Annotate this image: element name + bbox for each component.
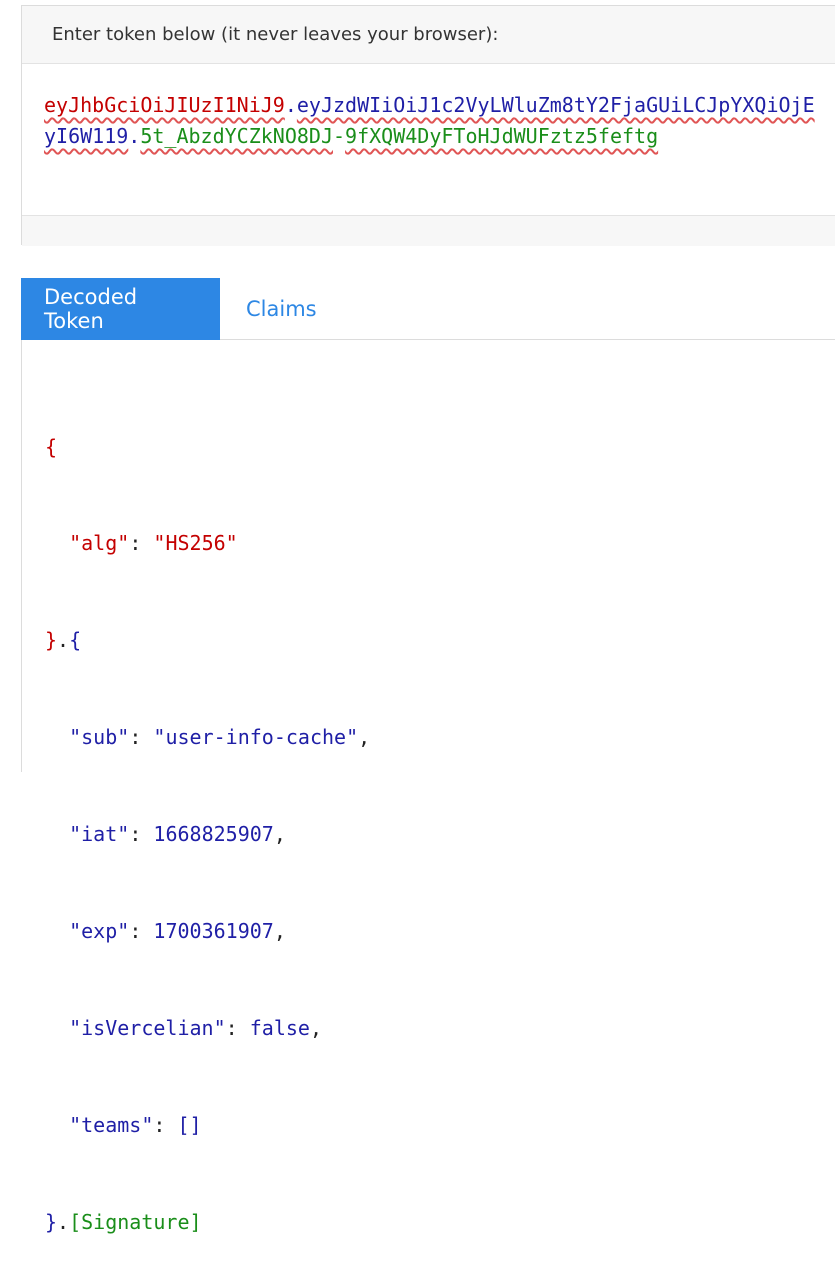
tab-claims[interactable]: Claims [220, 278, 343, 340]
token-input-field[interactable]: eyJhbGciOiJIUzI1NiJ9.eyJzdWIiOiJ1c2VyLWl… [22, 64, 835, 215]
payload-iat-line: "iat": 1668825907, [69, 822, 286, 847]
token-input-prompt: Enter token below (it never leaves your … [22, 6, 835, 64]
isvercelian-key: "isVercelian" [69, 1015, 226, 1040]
signature-label: [Signature] [69, 1209, 202, 1234]
token-dot-separator: . [284, 93, 297, 117]
exp-key: "exp" [69, 919, 130, 944]
token-line-1: eyJhbGciOiJIUzI1NiJ9.eyJzdWIiOiJ1c2VyLWl… [44, 90, 835, 121]
sub-key: "sub" [69, 725, 130, 750]
iat-key: "iat" [69, 822, 130, 847]
teams-key: "teams" [69, 1112, 154, 1137]
payload-exp-line: "exp": 1700361907, [69, 919, 286, 944]
header-close-payload-open: }.{ [45, 628, 82, 653]
token-line-2: yI6W119.5t_AbzdYCZkNO8DJ-9fXQW4DyFToHJdW… [44, 121, 835, 152]
payload-isvercelian-line: "isVercelian": false, [69, 1015, 322, 1040]
decoded-token-view: { "alg": "HS256" }.{ "sub": "user-info-c… [21, 340, 835, 1234]
payload-sub-line: "sub": "user-info-cache", [69, 725, 371, 750]
alg-key: "alg" [69, 531, 130, 556]
teams-value: [] [177, 1112, 202, 1137]
header-alg-line: "alg": "HS256" [69, 531, 238, 556]
token-input-card: Enter token below (it never leaves your … [21, 5, 835, 246]
exp-value: 1700361907 [153, 919, 274, 944]
tab-decoded-token[interactable]: Decoded Token [21, 278, 220, 340]
iat-value: 1668825907 [153, 822, 274, 847]
token-payload-segment-start: eyJzdWIiOiJ1c2VyLWluZm8tY2FjaGUiLCJpYXQi… [296, 93, 815, 117]
token-input-footer [22, 215, 835, 246]
sub-value: "user-info-cache" [153, 725, 359, 750]
header-open-brace: { [45, 434, 58, 459]
token-dot-separator: . [128, 124, 141, 148]
isvercelian-value: false [249, 1015, 310, 1040]
token-header-segment: eyJhbGciOiJIUzI1NiJ9 [44, 93, 285, 117]
token-signature-part1: 5t_AbzdYCZkNO8DJ [140, 124, 333, 148]
decoded-tabs: Decoded Token Claims [21, 278, 835, 340]
token-payload-segment-end: yI6W119 [44, 124, 129, 148]
payload-close-signature: }.[Signature] [45, 1209, 202, 1234]
token-signature-part2: 9fXQW4DyFToHJdWUFztz5feftg [345, 124, 659, 148]
payload-teams-line: "teams": [] [69, 1112, 202, 1137]
token-signature-dash: - [333, 124, 346, 148]
alg-value: "HS256" [153, 531, 238, 556]
